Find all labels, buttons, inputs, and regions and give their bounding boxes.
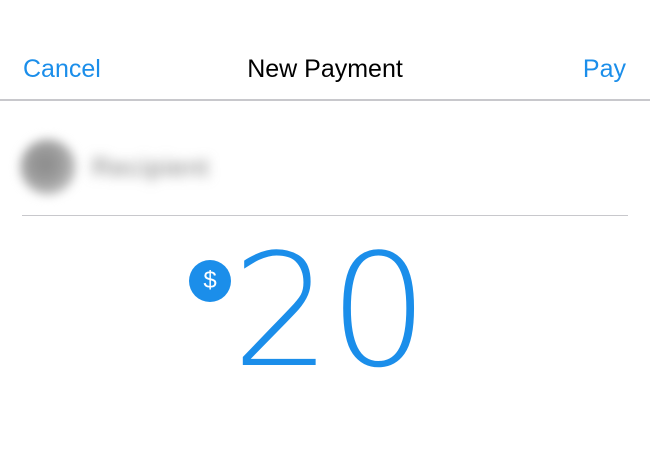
avatar: [20, 139, 76, 195]
recipient-name: Recipient: [92, 152, 210, 182]
amount-area[interactable]: $ 20: [0, 217, 650, 450]
page-title: New Payment: [247, 55, 403, 83]
navigation-bar: Cancel New Payment Pay: [0, 0, 650, 101]
new-payment-screen: Cancel New Payment Pay Recipient $ 20: [0, 0, 650, 450]
currency-symbol: $: [203, 267, 217, 294]
divider: [22, 215, 628, 216]
recipient-row[interactable]: Recipient: [0, 101, 650, 216]
amount-value[interactable]: 20: [232, 231, 429, 391]
dollar-icon: $: [189, 260, 231, 302]
pay-button[interactable]: Pay: [583, 54, 626, 84]
